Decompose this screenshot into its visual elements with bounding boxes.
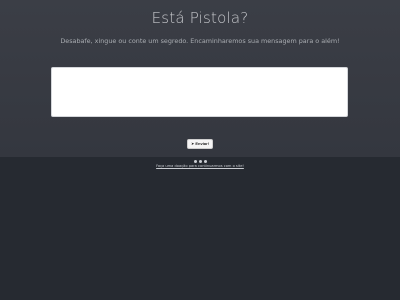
- facebook-icon[interactable]: [193, 160, 197, 163]
- page-subtitle: Desabafe, xingue ou conte um segredo. En…: [60, 37, 340, 45]
- page-title: Está Pistola?: [151, 9, 249, 27]
- message-textarea[interactable]: [51, 67, 348, 117]
- donation-link[interactable]: Faça uma doação para continuarmos com o …: [0, 164, 400, 168]
- paper-plane-icon: ➤: [191, 141, 195, 146]
- send-button[interactable]: ➤ Enviar!: [187, 139, 213, 149]
- social-links: [0, 160, 400, 163]
- send-button-label: Enviar!: [195, 141, 209, 146]
- twitter-icon[interactable]: [198, 160, 202, 163]
- github-icon[interactable]: [203, 160, 207, 163]
- footer-section: [0, 157, 400, 300]
